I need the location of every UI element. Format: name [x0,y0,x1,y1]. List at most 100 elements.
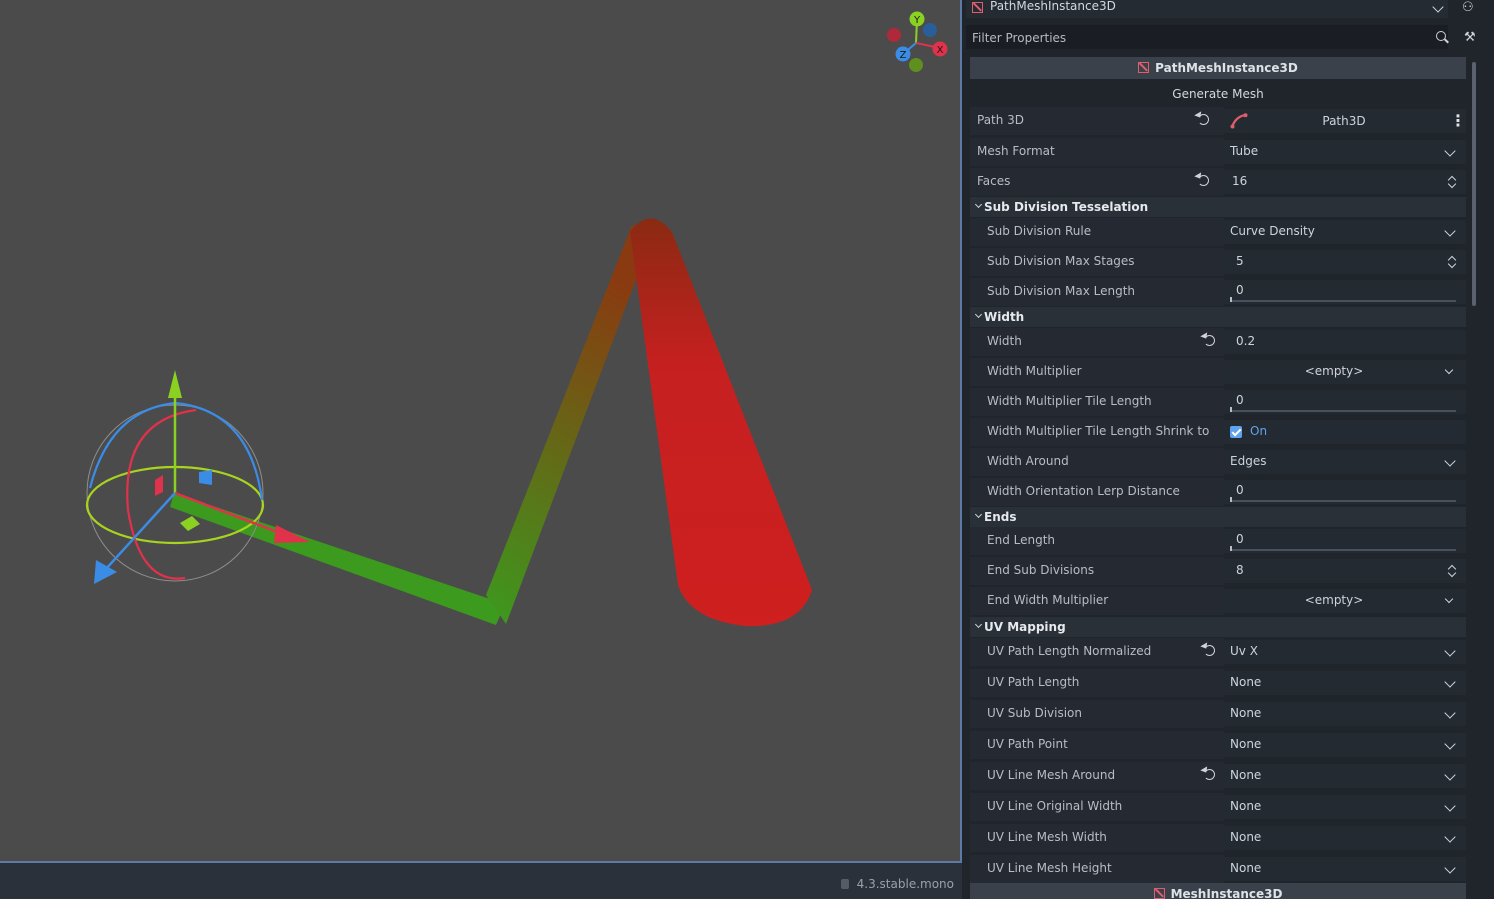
filter-properties-input[interactable] [970,27,1414,49]
shrink-to-fit-toggle[interactable]: On [1224,420,1466,444]
width-field[interactable]: 0.2 [1224,330,1466,354]
tile-length-slider[interactable]: 0 [1224,390,1466,414]
section-header-meshinstance3d[interactable]: MeshInstance3D [970,883,1466,899]
chevron-down-icon [974,510,983,519]
property-label: UV Line Mesh Around [970,762,1224,790]
uv-sub-division-dropdown[interactable]: None [1224,702,1466,726]
group-width[interactable]: Width [970,307,1466,327]
end-width-multiplier-resource[interactable]: <empty> [1224,589,1466,613]
lerp-distance-slider[interactable]: 0 [1224,480,1466,504]
width-multiplier-resource[interactable]: <empty> [1224,360,1466,384]
mesh-node-icon [1138,62,1150,73]
end-length-slider[interactable]: 0 [1224,529,1466,553]
max-stages-spinbox[interactable]: 5 [1224,250,1466,274]
property-label: Width Multiplier Tile Length Shrink to F… [970,418,1224,464]
group-uv-mapping[interactable]: UV Mapping [970,617,1466,637]
property-path3d: Path 3D Path3D [970,107,1466,135]
chevron-down-icon [1444,365,1454,375]
chevron-down-icon [1444,455,1456,467]
property-sub-division-rule: Sub Division Rule Curve Density [970,218,1466,246]
doc-icon[interactable]: ⚇ [1462,0,1474,15]
spin-arrows-icon[interactable] [1448,255,1456,269]
uv-line-mesh-height-dropdown[interactable]: None [1224,857,1466,881]
uv-path-length-normalized-dropdown[interactable]: Uv X [1224,640,1466,664]
uv-line-original-width-dropdown[interactable]: None [1224,795,1466,819]
revert-icon[interactable] [1198,114,1209,125]
property-label: Width Around [970,448,1224,476]
revert-icon[interactable] [1204,335,1215,346]
property-label: UV Sub Division [970,700,1224,728]
revert-icon[interactable] [1198,175,1209,186]
chevron-down-icon [1444,225,1456,237]
end-sub-divisions-spinbox[interactable]: 8 [1224,559,1466,583]
width-around-dropdown[interactable]: Edges [1224,450,1466,474]
group-sub-division[interactable]: Sub Division Tesselation [970,197,1466,217]
revert-icon[interactable] [1204,769,1215,780]
property-label: Width Multiplier Tile Length [970,388,1224,416]
property-label: Faces [970,168,1224,196]
tube-segment-rising [486,225,654,624]
chevron-down-icon [1444,645,1456,657]
property-uv-line-original-width: UV Line Original Width None [970,793,1466,821]
object-selector[interactable]: PathMeshInstance3D [966,0,1448,18]
chevron-down-icon [1444,800,1456,812]
mesh-format-dropdown[interactable]: Tube [1224,140,1466,164]
max-length-slider[interactable]: 0 [1224,280,1466,304]
property-faces: Faces 16 [970,168,1466,196]
3d-viewport[interactable]: Y X Z [0,0,962,863]
filter-bar [966,25,1448,49]
property-end-length: End Length 0 [970,527,1466,555]
chevron-down-icon [974,620,983,629]
slider-track[interactable] [1230,297,1456,302]
chevron-down-icon [1444,594,1454,604]
tube-segment-cone [630,218,812,627]
property-width-multiplier: Width Multiplier <empty> [970,358,1466,386]
property-uv-path-point: UV Path Point None [970,731,1466,759]
sub-division-rule-dropdown[interactable]: Curve Density [1224,220,1466,244]
property-label: End Width Multiplier [970,587,1224,615]
property-label: Width Multiplier [970,358,1224,386]
property-uv-line-mesh-around: UV Line Mesh Around None [970,762,1466,790]
property-end-width-multiplier: End Width Multiplier <empty> [970,587,1466,615]
tools-icon[interactable]: ⚒ [1464,30,1476,45]
checkbox-checked-icon[interactable] [1230,426,1242,438]
uv-path-point-dropdown[interactable]: None [1224,733,1466,757]
spin-arrows-icon[interactable] [1448,564,1456,578]
group-ends[interactable]: Ends [970,507,1466,527]
uv-line-mesh-width-dropdown[interactable]: None [1224,826,1466,850]
view-axis-gizmo[interactable]: Y X Z [887,11,948,73]
slider-track[interactable] [1230,497,1456,502]
more-options-icon[interactable] [1450,111,1466,130]
chevron-down-icon [974,310,983,319]
godot-version-icon [840,879,849,889]
property-shrink-to-fit: Width Multiplier Tile Length Shrink to F… [970,418,1466,464]
property-label: UV Path Length [970,669,1224,697]
property-label: Width Orientation Lerp Distance [970,478,1224,506]
path3d-icon [1230,113,1248,129]
generate-mesh-button[interactable]: Generate Mesh [970,83,1466,105]
property-label: End Sub Divisions [970,557,1224,585]
slider-track[interactable] [1230,407,1456,412]
transform-gizmo[interactable] [85,370,310,584]
uv-path-length-dropdown[interactable]: None [1224,671,1466,695]
chevron-down-icon[interactable] [1432,1,1444,13]
faces-spinbox[interactable]: 16 [1224,170,1466,194]
uv-line-mesh-around-dropdown[interactable]: None [1224,764,1466,788]
spin-arrows-icon[interactable] [1448,175,1456,189]
revert-icon[interactable] [1204,645,1215,656]
property-uv-line-mesh-height: UV Line Mesh Height None [970,855,1466,883]
property-uv-line-mesh-width: UV Line Mesh Width None [970,824,1466,852]
path3d-node-picker[interactable]: Path3D [1224,109,1466,133]
status-bar: 4.3.stable.mono [0,863,962,899]
property-width: Width 0.2 [970,328,1466,356]
object-name: PathMeshInstance3D [990,0,1116,13]
property-label: Sub Division Max Length [970,278,1224,306]
chevron-down-icon [1444,145,1456,157]
inspector-scrollbar[interactable] [1472,62,1476,306]
property-label: UV Path Length Normalized [970,638,1224,666]
chevron-down-icon [974,200,983,209]
slider-track[interactable] [1230,546,1456,551]
property-sub-division-max-length: Sub Division Max Length 0 [970,278,1466,306]
chevron-down-icon [1444,769,1456,781]
section-header-pathmeshinstance3d[interactable]: PathMeshInstance3D [970,57,1466,79]
